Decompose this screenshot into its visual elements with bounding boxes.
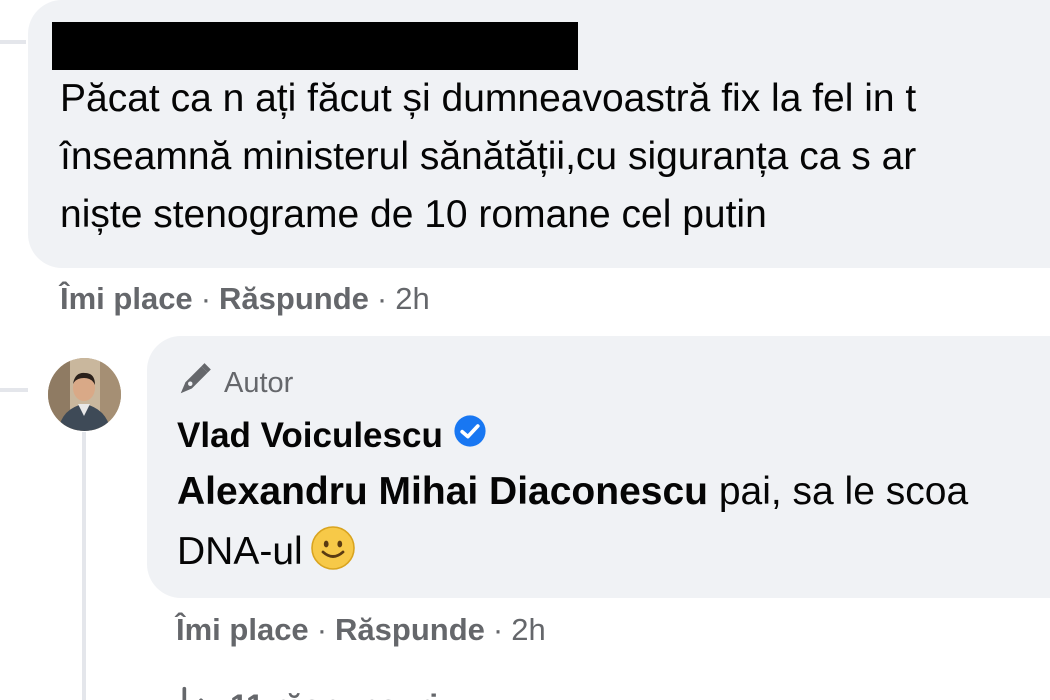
reply-button[interactable]: Răspunde	[219, 281, 369, 316]
reply-author: Vlad Voiculescu	[177, 414, 487, 457]
reply-line-1: Alexandru Mihai Diaconescu pai, sa le sc…	[177, 462, 968, 522]
separator-dot: ·	[492, 612, 504, 647]
parent-comment-text: Păcat ca n ați făcut și dumneavoastră fi…	[60, 70, 1050, 244]
thread-line-top	[0, 40, 26, 44]
pen-icon	[176, 360, 214, 406]
comment-timestamp[interactable]: 2h	[395, 281, 429, 316]
parent-comment-line-3: niște stenograme de 10 romane cel putin	[60, 193, 767, 236]
comment-thread: A Păcat ca n ați făcut și dumneavoastră …	[0, 0, 1050, 700]
mention-link[interactable]: Alexandru Mihai Diaconescu	[177, 470, 708, 513]
like-button[interactable]: Îmi place	[60, 281, 193, 316]
separator-dot: ·	[200, 281, 212, 316]
avatar[interactable]	[48, 358, 121, 431]
reply-line-2: DNA-ul	[177, 522, 968, 590]
thread-line-vertical	[82, 432, 86, 700]
more-replies-label: 11 răspunsuri	[230, 688, 438, 700]
reply-author-name[interactable]: Vlad Voiculescu	[177, 416, 443, 456]
smile-emoji-icon	[309, 524, 357, 590]
avatar-photo	[48, 358, 121, 431]
redacted-author-name	[52, 22, 578, 70]
parent-comment-line-1: Păcat ca n ați făcut și dumneavoastră fi…	[60, 77, 917, 120]
separator-dot: ·	[316, 612, 328, 647]
reply-arrow-icon	[176, 682, 216, 700]
reply-button[interactable]: Răspunde	[335, 612, 485, 647]
author-badge: Autor	[176, 360, 293, 406]
reply-comment-actions: Îmi place · Răspunde · 2h	[176, 612, 546, 648]
like-button[interactable]: Îmi place	[176, 612, 309, 647]
parent-comment-actions: Îmi place · Răspunde · 2h	[60, 281, 430, 317]
comment-timestamp[interactable]: 2h	[511, 612, 545, 647]
redacted-author-initial: A	[62, 28, 63, 29]
reply-comment-text: Alexandru Mihai Diaconescu pai, sa le sc…	[177, 462, 968, 590]
separator-dot: ·	[376, 281, 388, 316]
view-more-replies-button[interactable]: 11 răspunsuri	[176, 682, 438, 700]
author-badge-label: Autor	[224, 366, 294, 399]
reply-line-1-text: pai, sa le scoa	[707, 470, 969, 513]
reply-line-2-text: DNA-ul	[177, 530, 303, 573]
verified-badge-icon	[453, 414, 487, 457]
thread-line-left	[0, 388, 28, 392]
parent-comment-line-2: înseamnă ministerul sănătății,cu siguran…	[60, 135, 917, 178]
